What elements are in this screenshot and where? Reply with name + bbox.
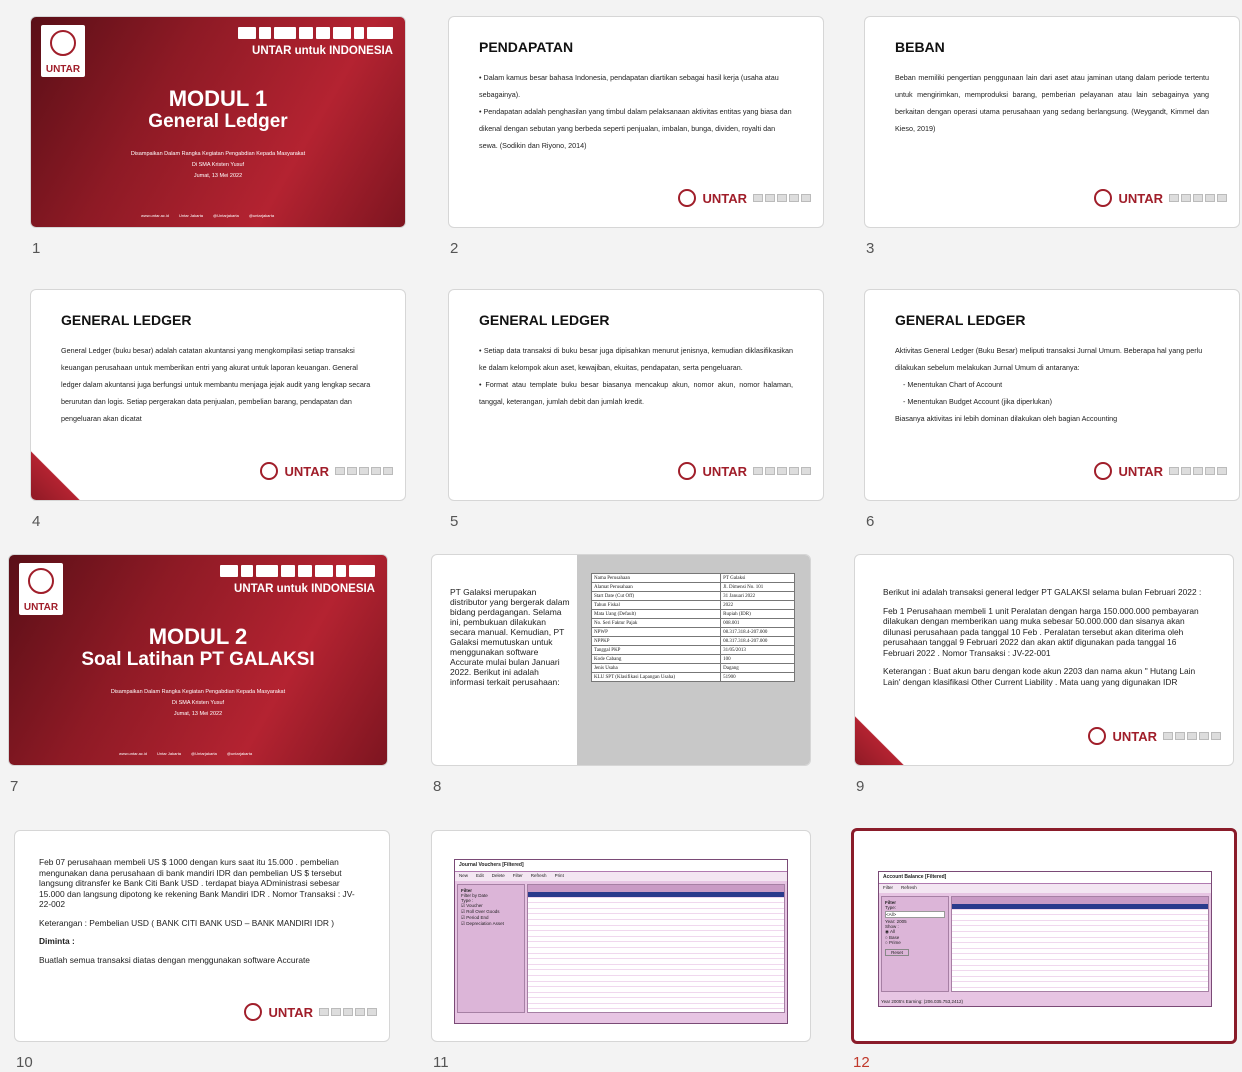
slide-title: MODUL 2 [148,624,248,649]
slide-info: Disampaikan Dalam Rangka Kegiatan Pengab… [110,689,286,717]
slide-number: 4 [32,513,41,530]
slide-paragraph: Keterangan : Buat akun baru dengan kode … [883,666,1196,687]
company-info-table: Nama Perusahaan PT Galaksi Alamat Perusah… [590,573,795,682]
filter-panel: Filter Filter by Date Type : ☑ Voucher ☑… [457,884,525,1013]
company-description: PT Galaksi merupakan distributor yang be… [450,587,570,687]
slide-paragraph: Feb 07 perusahaan membeli US $ 1000 deng… [39,857,355,909]
journal-vouchers-screenshot: Journal Vouchers [Filtered] New Edit Delet… [454,859,788,1024]
slide-paragraph: Aktivitas General Ledger (Buku Besar) me… [895,346,1203,372]
decorative-corner [31,440,91,500]
slide-heading: PENDAPATAN [479,39,574,55]
company-info-panel: Nama Perusahaan PT Galaksi Alamat Perusah… [577,555,810,765]
slide-number: 6 [866,513,875,530]
slide-number: 1 [32,240,41,257]
untar-brand: UNTAR [678,462,811,480]
account-balance-screenshot: Account Balance [Filtered] Filter Refresh… [878,871,1212,1007]
slide-number: 2 [450,240,459,257]
bullet-item: • Pendapatan adalah penghasilan yang tim… [479,107,792,150]
bullet-item: • Setiap data transaksi di buku besar ju… [479,346,794,372]
filter-panel: Filter Type: <All> Year: 2005 Show : ◉ A… [881,896,949,992]
untar-brand: UNTAR [244,1003,377,1021]
slide-number: 9 [856,778,865,795]
slide-heading: GENERAL LEDGER [895,312,1026,328]
slide-paragraph: Diminta : [39,936,75,946]
untar-brand: UNTAR [260,462,393,480]
slide-heading: GENERAL LEDGER [61,312,192,328]
bullet-item: - Menentukan Budget Account (jika diperl… [903,397,1053,406]
slide-paragraph: Keterangan : Pembelian USD ( BANK CITI B… [39,917,335,928]
data-grid [951,896,1209,992]
bullet-item: • Format atau template buku besar biasan… [479,380,794,406]
brand-tagline: UNTAR untuk INDONESIA [252,45,393,57]
slide-paragraph: General Ledger (buku besar) adalah catat… [61,346,371,423]
bullet-item: • Dalam kamus besar bahasa Indonesia, pe… [479,73,779,99]
untar-logo: UNTAR [41,25,85,77]
slide-number: 11 [433,1054,449,1071]
untar-brand: UNTAR [1094,189,1227,207]
window-title: Journal Vouchers [Filtered] [455,860,787,872]
untar-brand: UNTAR [1088,727,1221,745]
slide-subtitle: Soal Latihan PT GALAKSI [81,649,315,670]
slide-paragraph: Buatlah semua transaksi diatas dengan me… [39,954,310,965]
slide-heading: BEBAN [895,39,945,55]
slide-footer: www.untar.ac.id Untar Jakarta @Untarjakart… [141,213,275,218]
accreditation-badges [238,27,393,39]
slide-number: 10 [16,1054,33,1071]
slide-title: MODUL 1 [168,86,268,111]
slide-paragraph: Feb 1 Perusahaan membeli 1 unit Peralata… [883,605,1199,658]
brand-tagline: UNTAR untuk INDONESIA [234,583,375,595]
earning-footer: Year 2005's Earning: (206.035.753,2412) [881,999,964,1004]
slide-paragraph: Biasanya aktivitas ini lebih dominan dil… [895,414,1118,423]
slide-number: 3 [866,240,875,257]
slide-number: 7 [10,778,19,795]
data-grid [527,884,785,1013]
slide-paragraph: Berikut ini adalah transaksi general led… [883,587,1202,597]
slide-heading: GENERAL LEDGER [479,312,610,328]
accreditation-badges [220,565,375,577]
bullet-item: - Menentukan Chart of Account [903,380,1003,389]
slide-subtitle: General Ledger [148,111,288,132]
untar-brand: UNTAR [1094,462,1227,480]
slide-number: 5 [450,513,459,530]
slide-info: Disampaikan Dalam Rangka Kegiatan Pengab… [130,151,306,179]
window-menu: New Edit Delete Filter Refresh Print [455,872,787,881]
window-title: Account Balance [Filtered] [879,872,1211,884]
decorative-corner [855,705,915,765]
slide-number: 8 [433,778,442,795]
window-menu: Filter Refresh [879,884,1211,893]
untar-brand: UNTAR [678,189,811,207]
slide-paragraph: Beban memiliki pengertian penggunaan lai… [895,73,1209,133]
slide-number: 12 [853,1054,870,1071]
untar-logo: UNTAR [19,563,63,615]
slide-footer: www.untar.ac.id Untar Jakarta @Untarjakart… [119,751,253,756]
